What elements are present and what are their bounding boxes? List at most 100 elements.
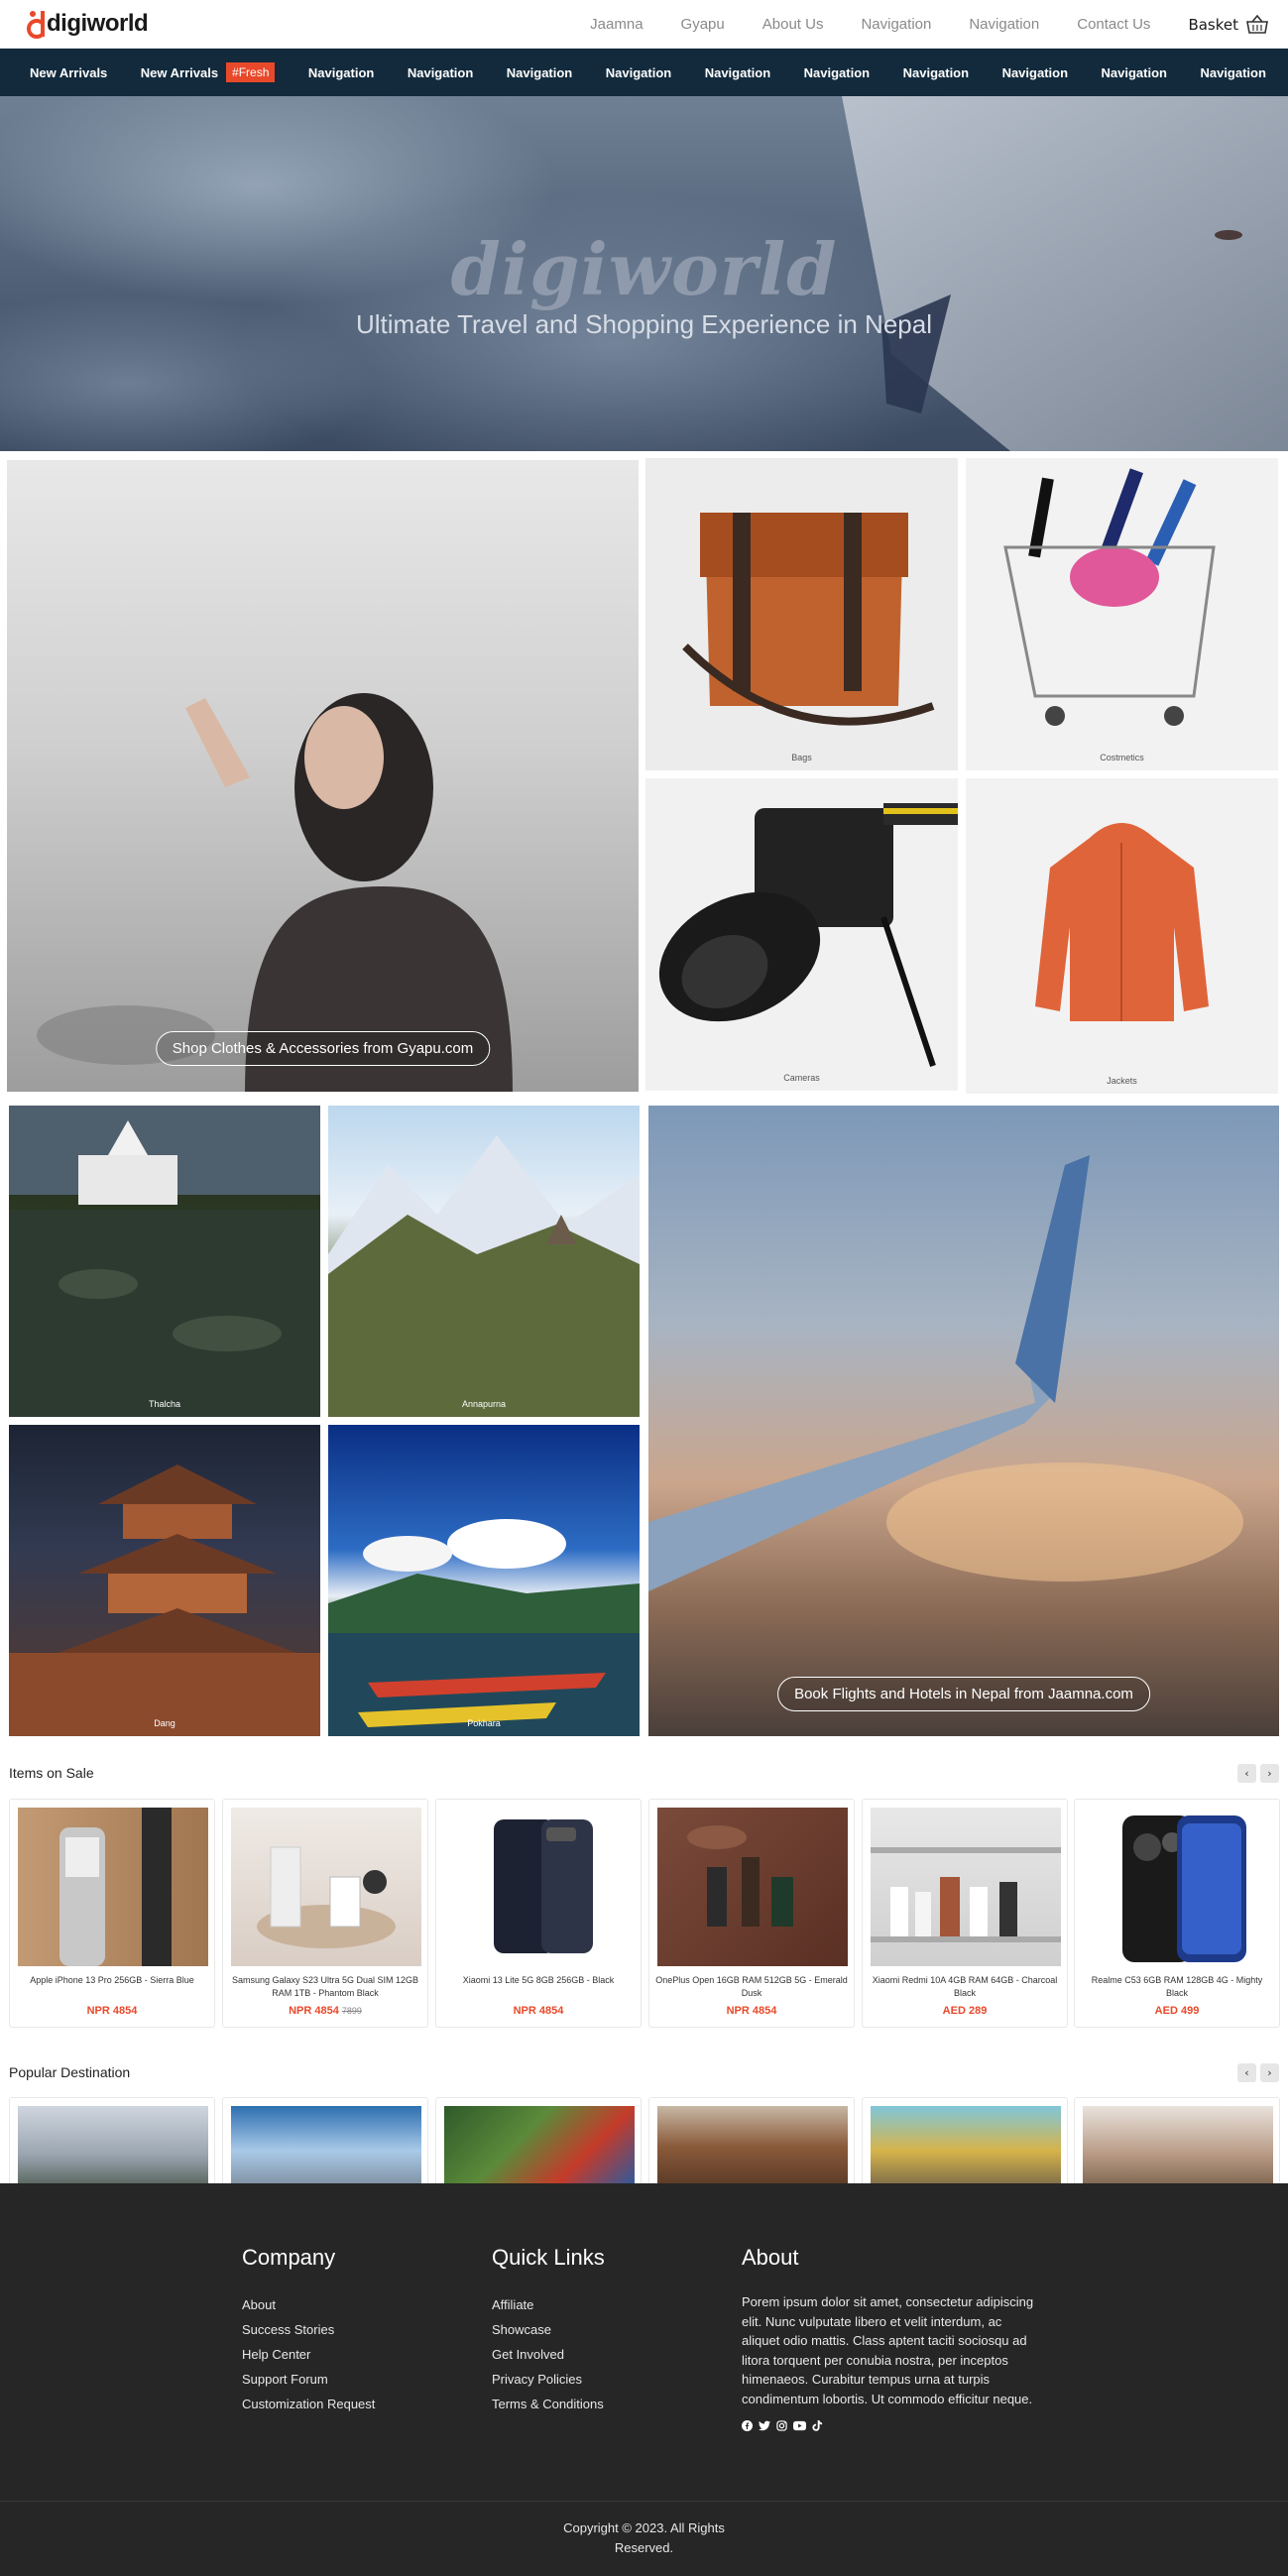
catnav-item[interactable]: Navigation xyxy=(1200,65,1265,80)
destination-image xyxy=(444,2106,635,2185)
destination-card[interactable] xyxy=(648,2097,855,2186)
catnav-item[interactable]: Navigation xyxy=(507,65,572,80)
catnav-item[interactable]: Navigation xyxy=(1002,65,1068,80)
destination-card[interactable] xyxy=(862,2097,1068,2186)
woman-in-snow-image xyxy=(37,693,513,1092)
destination-card[interactable] xyxy=(1074,2097,1280,2186)
catnav-item[interactable]: Navigation xyxy=(705,65,770,80)
footer-link-about[interactable]: About xyxy=(242,2292,375,2317)
catnav-item[interactable]: Navigation xyxy=(1102,65,1167,80)
product-name: Apple iPhone 13 Pro 256GB - Sierra Blue xyxy=(30,1975,194,1985)
items-on-sale-title: Items on Sale xyxy=(9,1765,94,1781)
footer-company-column: Company About Success Stories Help Cente… xyxy=(242,2245,375,2416)
product-image xyxy=(1083,1808,1273,1966)
product-image xyxy=(871,1808,1061,1966)
footer-divider xyxy=(0,2501,1288,2502)
footer-about-column: About Porem ipsum dolor sit amet, consec… xyxy=(742,2245,1039,2432)
pagoda-image xyxy=(9,1464,320,1736)
category-tile-jackets[interactable]: Jackets xyxy=(966,778,1278,1094)
product-card[interactable]: Xiaomi 13 Lite 5G 8GB 256GB - Black NPR … xyxy=(435,1799,642,2028)
catnav-new-arrivals-fresh[interactable]: New Arrivals #Fresh xyxy=(141,62,276,82)
catnav-new-arrivals[interactable]: New Arrivals xyxy=(30,65,107,80)
nav-about-us[interactable]: About Us xyxy=(762,16,824,33)
catnav-item[interactable]: Navigation xyxy=(804,65,870,80)
hero-title: digiworld xyxy=(450,227,838,311)
catnav-item[interactable]: Navigation xyxy=(606,65,671,80)
flight-feature-tile[interactable]: Book Flights and Hotels in Nepal from Ja… xyxy=(648,1106,1279,1736)
catnav-item[interactable]: Navigation xyxy=(903,65,969,80)
popular-destination-title: Popular Destination xyxy=(9,2064,131,2080)
youtube-icon[interactable] xyxy=(793,2420,806,2432)
hero-banner: digiworld Ultimate Travel and Shopping E… xyxy=(0,96,1288,451)
destination-label-dang: Dang xyxy=(154,1718,176,1728)
price-value: AED 499 xyxy=(1154,2005,1200,2017)
product-name: OnePlus Open 16GB RAM 512GB 5G - Emerald… xyxy=(655,1975,848,1998)
category-label-cosmetics: Costmetics xyxy=(1100,753,1144,762)
category-navigation: New Arrivals New Arrivals #Fresh Navigati… xyxy=(0,49,1288,96)
category-tile-cameras[interactable]: Cameras xyxy=(645,778,958,1091)
airplane-wing-sunset-image xyxy=(648,1155,1243,1591)
product-price: NPR 4854 xyxy=(436,2005,641,2017)
footer-link-get-involved[interactable]: Get Involved xyxy=(492,2342,605,2367)
footer-link-showcase[interactable]: Showcase xyxy=(492,2317,605,2342)
destination-tile-pokhara[interactable]: Pokhara xyxy=(328,1425,640,1736)
footer-link-terms-conditions[interactable]: Terms & Conditions xyxy=(492,2392,605,2416)
product-card[interactable]: Xiaomi Redmi 10A 4GB RAM 64GB - Charcoal… xyxy=(862,1799,1068,2028)
category-tile-bags[interactable]: Bags xyxy=(645,458,958,770)
nav-contact-us[interactable]: Contact Us xyxy=(1077,16,1150,33)
nav-navigation[interactable]: Navigation xyxy=(969,16,1039,33)
tiktok-icon[interactable] xyxy=(812,2420,823,2432)
destination-image xyxy=(871,2106,1061,2185)
product-card[interactable]: Samsung Galaxy S23 Ultra 5G Dual SIM 12G… xyxy=(222,1799,428,2028)
basket-button[interactable]: Basket xyxy=(1188,14,1268,35)
copyright-line-1: Copyright © 2023. All Rights xyxy=(563,2520,725,2535)
shop-feature-tile[interactable]: Shop Clothes & Accessories from Gyapu.co… xyxy=(7,460,639,1092)
facebook-icon[interactable] xyxy=(742,2420,753,2432)
footer-link-customization-request[interactable]: Customization Request xyxy=(242,2392,375,2416)
footer-link-help-center[interactable]: Help Center xyxy=(242,2342,375,2367)
destination-card[interactable] xyxy=(435,2097,642,2186)
category-label-cameras: Cameras xyxy=(783,1073,820,1083)
destination-image xyxy=(231,2106,421,2185)
footer-link-privacy-policies[interactable]: Privacy Policies xyxy=(492,2367,605,2392)
product-card[interactable]: Apple iPhone 13 Pro 256GB - Sierra Blue … xyxy=(9,1799,215,2028)
nav-navigation[interactable]: Navigation xyxy=(861,16,931,33)
nav-jaamna[interactable]: Jaamna xyxy=(590,16,643,33)
sale-prev-button[interactable]: ‹ xyxy=(1237,1764,1256,1783)
category-label-jackets: Jackets xyxy=(1107,1076,1137,1086)
destination-card[interactable] xyxy=(9,2097,215,2186)
nav-gyapu[interactable]: Gyapu xyxy=(681,16,725,33)
product-card[interactable]: OnePlus Open 16GB RAM 512GB 5G - Emerald… xyxy=(648,1799,855,2028)
destination-tile-dang[interactable]: Dang xyxy=(9,1425,320,1736)
destination-next-button[interactable]: › xyxy=(1260,2063,1279,2082)
destination-image xyxy=(1083,2106,1273,2185)
category-label-bags: Bags xyxy=(791,753,812,762)
sale-next-button[interactable]: › xyxy=(1260,1764,1279,1783)
footer-link-success-stories[interactable]: Success Stories xyxy=(242,2317,375,2342)
logo[interactable]: digiworld xyxy=(27,6,149,42)
fresh-badge: #Fresh xyxy=(226,62,276,82)
catnav-item[interactable]: Navigation xyxy=(408,65,473,80)
top-navigation: Jaamna Gyapu About Us Navigation Navigat… xyxy=(552,0,1268,49)
logo-text: digiworld xyxy=(47,10,149,37)
catnav-item[interactable]: Navigation xyxy=(308,65,374,80)
category-tile-cosmetics[interactable]: Costmetics xyxy=(966,458,1278,770)
destination-prev-button[interactable]: ‹ xyxy=(1237,2063,1256,2082)
product-price: NPR 4854 xyxy=(10,2005,214,2017)
social-links xyxy=(742,2420,1039,2432)
book-jaamna-cta[interactable]: Book Flights and Hotels in Nepal from Ja… xyxy=(777,1677,1150,1711)
destination-tile-thalcha[interactable]: Thalcha xyxy=(9,1106,320,1417)
product-card[interactable]: Realme C53 6GB RAM 128GB 4G - Mighty Bla… xyxy=(1074,1799,1280,2028)
shop-gyapu-cta[interactable]: Shop Clothes & Accessories from Gyapu.co… xyxy=(155,1031,491,1066)
footer-link-affiliate[interactable]: Affiliate xyxy=(492,2292,605,2317)
logo-pin-icon xyxy=(27,9,47,39)
instagram-icon[interactable] xyxy=(776,2420,787,2432)
destination-card[interactable] xyxy=(222,2097,428,2186)
footer-link-support-forum[interactable]: Support Forum xyxy=(242,2367,375,2392)
destination-carousel-controls: ‹ › xyxy=(1233,2063,1279,2082)
product-name: Xiaomi Redmi 10A 4GB RAM 64GB - Charcoal… xyxy=(872,1975,1058,1998)
destination-tile-annapurna[interactable]: Annapurna xyxy=(328,1106,640,1417)
destination-label-annapurna: Annapurna xyxy=(461,1399,507,1409)
destination-label-pokhara: Pokhara xyxy=(467,1718,501,1728)
twitter-icon[interactable] xyxy=(759,2420,770,2432)
